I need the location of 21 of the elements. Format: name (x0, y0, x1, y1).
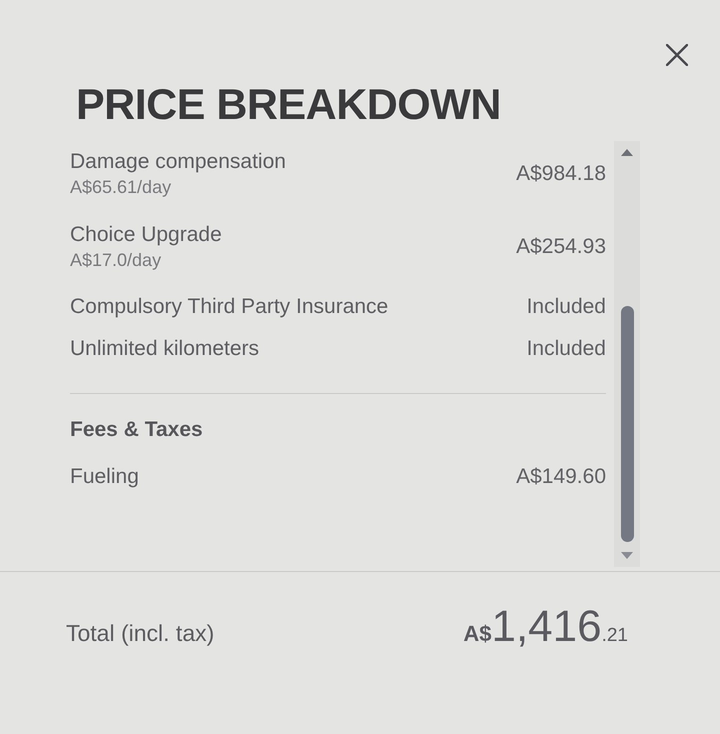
total-amount: A$1,416.21 (463, 602, 628, 652)
scroll-up-icon[interactable] (621, 149, 633, 156)
item-name: Damage compensation (70, 149, 286, 175)
item-name: Unlimited kilometers (70, 336, 260, 362)
item-price: A$984.18 (516, 162, 606, 186)
close-icon[interactable] (666, 44, 688, 66)
item-rate: A$17.0/day (70, 248, 162, 272)
item-price: A$149.60 (516, 464, 606, 489)
scroll-down-icon[interactable] (621, 552, 633, 559)
item-name: Fueling (70, 464, 139, 490)
item-name: Choice Upgrade (70, 222, 222, 248)
item-price: Included (526, 295, 606, 320)
item-price: Included (526, 337, 606, 362)
scrollbar-thumb[interactable] (620, 306, 634, 542)
item-name: Compulsory Third Party Insurance (70, 294, 388, 320)
total-label: Total (incl. tax) (66, 620, 214, 647)
item-rate: A$65.61/day (70, 176, 172, 200)
scrollbar-track[interactable] (614, 141, 640, 567)
item-price: A$254.93 (516, 234, 606, 259)
section-heading: Fees & Taxes (70, 418, 204, 442)
dialog-title: PRICE BREAKDOWN (76, 84, 502, 127)
